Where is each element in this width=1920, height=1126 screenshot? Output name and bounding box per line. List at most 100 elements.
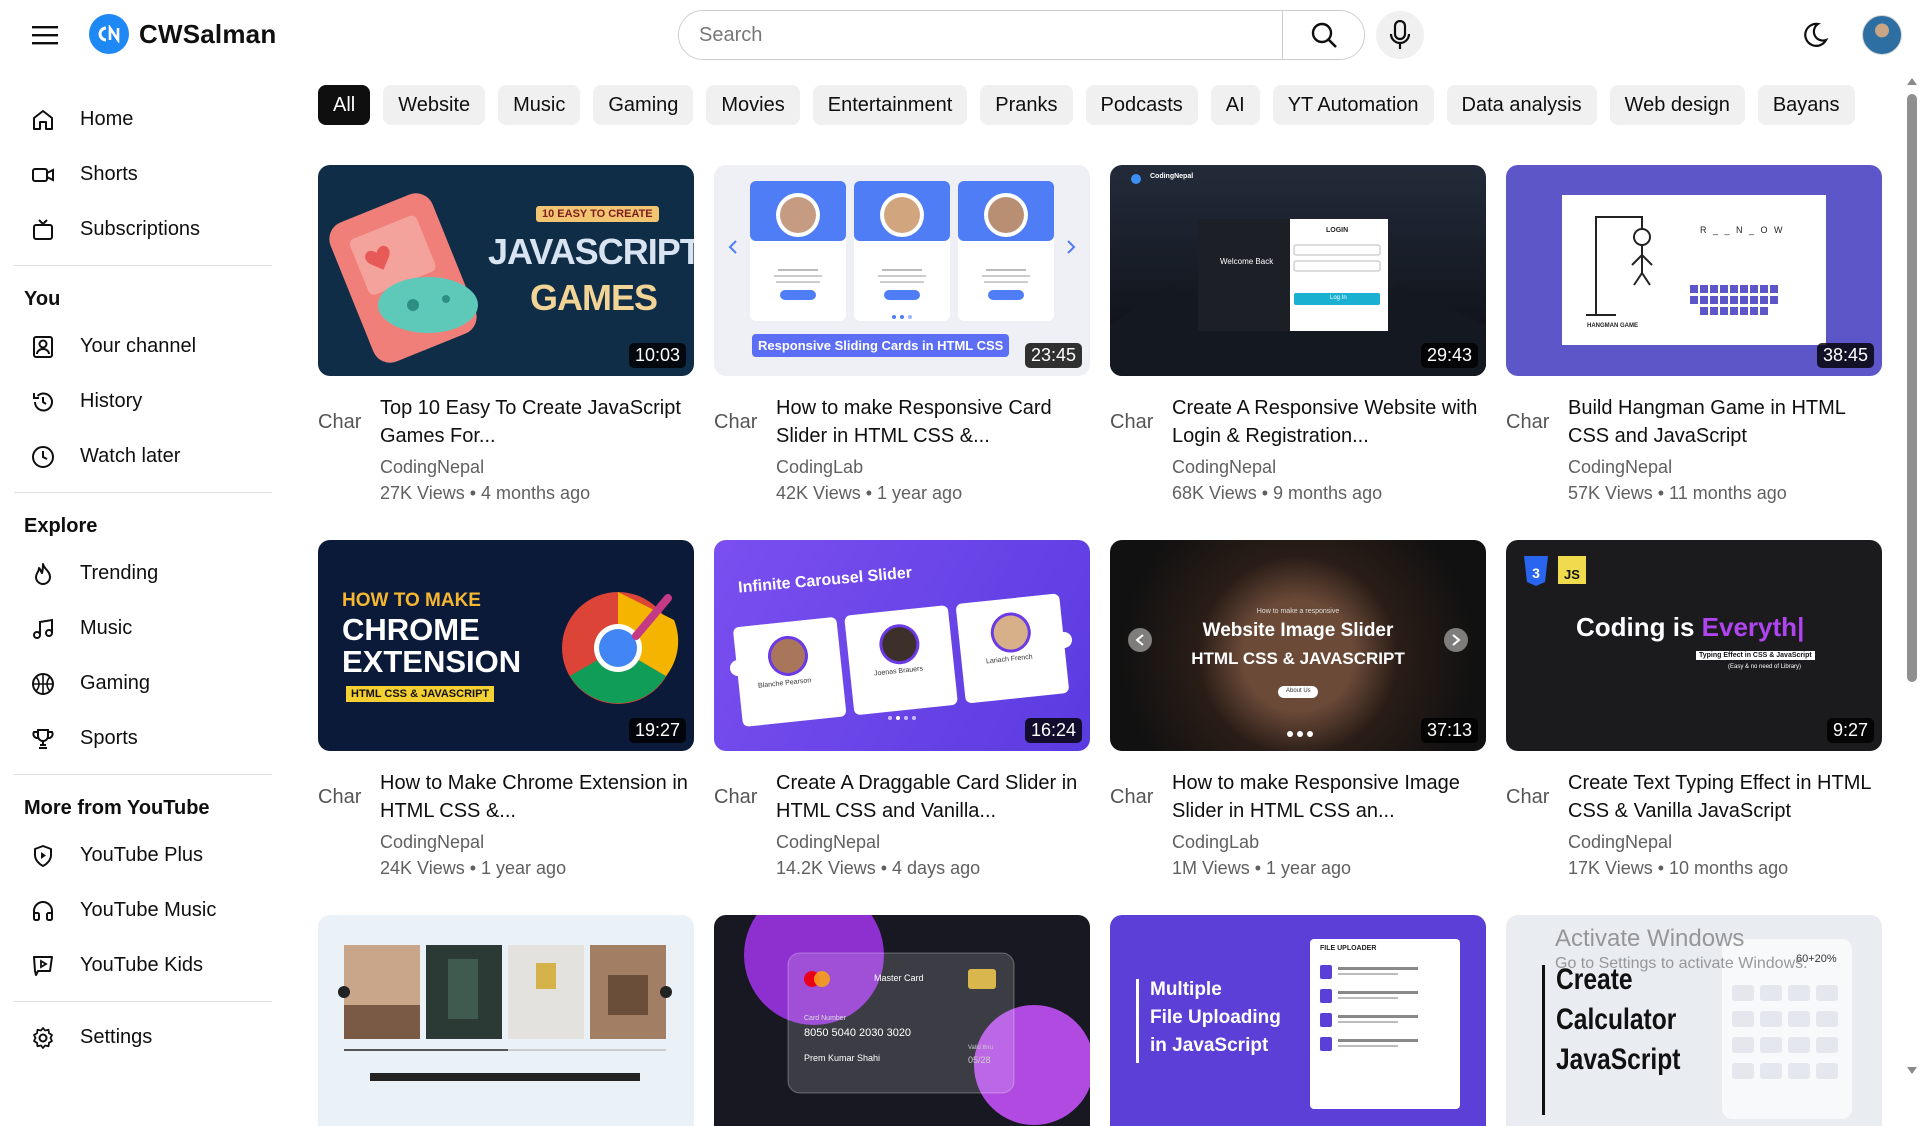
thumbnail-subtitle-2: JavaScript xyxy=(1556,1043,1681,1076)
sidebar-item-label: Sports xyxy=(80,727,138,749)
video-card[interactable]: R _ _ N _ O W HANGMAN GAME 38:45 Char Bu… xyxy=(1506,165,1882,506)
thumbnail-subtitle: GAMES xyxy=(530,277,658,318)
thumbnail-welcome: Welcome Back xyxy=(1220,257,1274,266)
thumbnail-badge: 10 EASY TO CREATE xyxy=(536,206,659,222)
video-thumbnail[interactable]: 3 JS Coding is Everyth| Typing Effect in… xyxy=(1506,540,1882,751)
chip-bayans[interactable]: Bayans xyxy=(1757,85,1855,125)
video-thumbnail[interactable]: CodingNepal Welcome Back LOGIN Log In 29… xyxy=(1110,165,1486,376)
page-scrollbar[interactable] xyxy=(1904,78,1920,1080)
video-card[interactable] xyxy=(318,915,694,1126)
video-card[interactable]: 3 JS Coding is Everyth| Typing Effect in… xyxy=(1506,540,1882,881)
video-thumbnail[interactable]: HOW TO MAKE CHROME EXTENSION HTML CSS & … xyxy=(318,540,694,751)
video-thumbnail[interactable]: 10 EASY TO CREATE JAVASCRIPT GAMES 10:03 xyxy=(318,165,694,376)
sidebar-item-history[interactable]: History xyxy=(0,374,280,429)
channel-avatar[interactable]: Char xyxy=(318,769,366,817)
video-title[interactable]: Create A Draggable Card Slider in HTML C… xyxy=(776,769,1090,825)
video-title[interactable]: How to make Responsive Card Slider in HT… xyxy=(776,394,1090,450)
channel-avatar[interactable]: Char xyxy=(1506,769,1554,817)
sidebar: Home Shorts Subscriptions You Your chann… xyxy=(0,92,280,1065)
chip-ai[interactable]: AI xyxy=(1210,85,1260,125)
chip-website[interactable]: Website xyxy=(383,85,486,125)
channel-avatar[interactable]: Char xyxy=(1506,394,1554,442)
channel-name[interactable]: CodingNepal xyxy=(1568,454,1882,480)
video-thumbnail[interactable]: Multiple File Uploading in JavaScript FI… xyxy=(1110,915,1486,1126)
thumbnail-button: About Us xyxy=(1286,688,1311,694)
channel-avatar[interactable]: Char xyxy=(714,394,762,442)
thumbnail-title: Multiple xyxy=(1150,979,1222,1000)
video-thumbnail[interactable]: R _ _ N _ O W HANGMAN GAME 38:45 xyxy=(1506,165,1882,376)
sidebar-item-music[interactable]: Music xyxy=(0,601,280,656)
sidebar-item-settings[interactable]: Settings xyxy=(0,1010,280,1065)
home-icon xyxy=(30,107,56,133)
video-title[interactable]: Create Text Typing Effect in HTML CSS & … xyxy=(1568,769,1882,825)
chip-music[interactable]: Music xyxy=(498,85,581,125)
sidebar-item-subscriptions[interactable]: Subscriptions xyxy=(0,202,280,257)
chip-yt-automation[interactable]: YT Automation xyxy=(1272,85,1434,125)
video-thumbnail[interactable]: How to make a responsive Website Image S… xyxy=(1110,540,1486,751)
chip-podcasts[interactable]: Podcasts xyxy=(1085,85,1198,125)
chip-gaming[interactable]: Gaming xyxy=(593,85,694,125)
video-title[interactable]: How to Make Chrome Extension in HTML CSS… xyxy=(380,769,694,825)
chip-data-analysis[interactable]: Data analysis xyxy=(1446,85,1597,125)
video-card[interactable]: Infinite Carousel Slider Blanche Pearson… xyxy=(714,540,1090,881)
thumbnail-tag: Typing Effect in CSS & JavaScript xyxy=(1696,651,1815,660)
brand-logo[interactable]: CWSalman xyxy=(89,14,276,54)
video-thumbnail[interactable]: Responsive Sliding Cards in HTML CSS 23:… xyxy=(714,165,1090,376)
channel-avatar[interactable]: Char xyxy=(1110,769,1158,817)
video-card[interactable]: Multiple File Uploading in JavaScript FI… xyxy=(1110,915,1486,1126)
video-card[interactable]: HOW TO MAKE CHROME EXTENSION HTML CSS & … xyxy=(318,540,694,881)
video-card[interactable]: Master Card Card Number 8050 5040 2030 3… xyxy=(714,915,1090,1126)
chip-entertainment[interactable]: Entertainment xyxy=(812,85,968,125)
video-title[interactable]: How to make Responsive Image Slider in H… xyxy=(1172,769,1486,825)
video-card[interactable]: 10 EASY TO CREATE JAVASCRIPT GAMES 10:03… xyxy=(318,165,694,506)
channel-name[interactable]: CodingNepal xyxy=(380,454,694,480)
channel-name[interactable]: CodingNepal xyxy=(1172,454,1486,480)
chip-all[interactable]: All xyxy=(318,85,371,125)
scrollbar-thumb[interactable] xyxy=(1907,94,1917,682)
sidebar-item-youtube-kids[interactable]: YouTube Kids xyxy=(0,938,280,993)
video-title[interactable]: Top 10 Easy To Create JavaScript Games F… xyxy=(380,394,694,450)
sidebar-item-home[interactable]: Home xyxy=(0,92,280,147)
channel-avatar[interactable]: Char xyxy=(714,769,762,817)
channel-avatar[interactable]: Char xyxy=(1110,394,1158,442)
sidebar-item-watch-later[interactable]: Watch later xyxy=(0,429,280,484)
voice-search-button[interactable] xyxy=(1376,11,1424,59)
sidebar-item-label: Trending xyxy=(80,562,159,584)
hamburger-menu-icon[interactable] xyxy=(30,20,60,50)
channel-name[interactable]: CodingLab xyxy=(776,454,1090,480)
search-input[interactable] xyxy=(679,11,1282,59)
channel-name[interactable]: CodingNepal xyxy=(380,829,694,855)
dark-mode-toggle[interactable] xyxy=(1795,15,1835,55)
video-card[interactable]: Responsive Sliding Cards in HTML CSS 23:… xyxy=(714,165,1090,506)
channel-avatar[interactable]: Char xyxy=(318,394,366,442)
duration-badge: 29:43 xyxy=(1420,343,1478,368)
sidebar-item-trending[interactable]: Trending xyxy=(0,546,280,601)
chip-pranks[interactable]: Pranks xyxy=(980,85,1073,125)
search-button[interactable] xyxy=(1282,11,1364,59)
channel-name[interactable]: CodingNepal xyxy=(776,829,1090,855)
shorts-icon xyxy=(30,162,56,188)
user-avatar[interactable] xyxy=(1862,15,1902,55)
video-title[interactable]: Create A Responsive Website with Login &… xyxy=(1172,394,1486,450)
video-thumbnail[interactable] xyxy=(318,915,694,1126)
video-thumbnail[interactable]: Infinite Carousel Slider Blanche Pearson… xyxy=(714,540,1090,751)
thumbnail-art: 3 JS xyxy=(1524,556,1586,586)
sidebar-item-gaming[interactable]: Gaming xyxy=(0,656,280,711)
video-card[interactable]: How to make a responsive Website Image S… xyxy=(1110,540,1486,881)
scroll-down-arrow-icon[interactable] xyxy=(1907,1067,1917,1074)
chip-web-design[interactable]: Web design xyxy=(1609,85,1745,125)
sidebar-item-sports[interactable]: Sports xyxy=(0,711,280,766)
video-title[interactable]: Build Hangman Game in HTML CSS and JavaS… xyxy=(1568,394,1882,450)
sidebar-item-youtube-music[interactable]: YouTube Music xyxy=(0,883,280,938)
video-thumbnail[interactable]: Master Card Card Number 8050 5040 2030 3… xyxy=(714,915,1090,1126)
chip-movies[interactable]: Movies xyxy=(706,85,800,125)
video-card[interactable]: CodingNepal Welcome Back LOGIN Log In 29… xyxy=(1110,165,1486,506)
sidebar-item-youtube-plus[interactable]: YouTube Plus xyxy=(0,828,280,883)
channel-name[interactable]: CodingNepal xyxy=(1568,829,1882,855)
channel-name[interactable]: CodingLab xyxy=(1172,829,1486,855)
scroll-up-arrow-icon[interactable] xyxy=(1907,78,1917,85)
sidebar-item-shorts[interactable]: Shorts xyxy=(0,147,280,202)
sidebar-item-your-channel[interactable]: Your channel xyxy=(0,319,280,374)
search-icon xyxy=(1311,22,1337,48)
thumbnail-art xyxy=(744,915,1090,1125)
